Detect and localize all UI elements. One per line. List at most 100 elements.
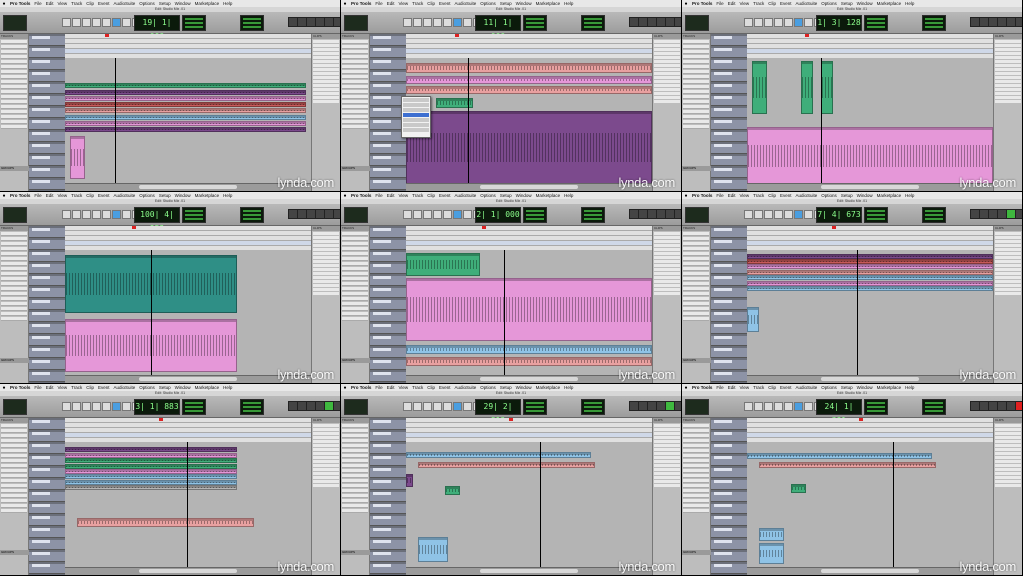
menu-item[interactable]: Marketplace [534, 192, 563, 199]
track-header[interactable] [370, 528, 406, 538]
context-menu-item[interactable] [403, 113, 429, 117]
menu-item[interactable]: Marketplace [875, 384, 904, 391]
horizontal-scrollbar[interactable] [65, 567, 311, 575]
menu-item[interactable]: Options [137, 192, 157, 199]
track-list-item[interactable] [1, 75, 27, 79]
audio-clip[interactable] [445, 486, 460, 495]
transport-button[interactable] [1015, 17, 1022, 27]
scrollbar-thumb[interactable] [479, 377, 579, 381]
track-list-item[interactable] [683, 504, 709, 508]
track-list-item[interactable] [342, 40, 368, 44]
context-menu-item[interactable] [403, 98, 429, 102]
menu-item[interactable]: Window [855, 0, 875, 7]
menu-item[interactable]: Help [562, 0, 575, 7]
clip-list-item[interactable] [313, 88, 339, 91]
clip-list-item[interactable] [654, 268, 680, 271]
edit-mode-selector[interactable] [685, 399, 709, 415]
track-name-plate[interactable] [32, 276, 50, 279]
track-header[interactable] [370, 492, 406, 502]
clip-list-item[interactable] [995, 256, 1021, 259]
menu-item[interactable]: Edit [44, 192, 56, 199]
audio-clip[interactable] [65, 121, 306, 126]
track-header[interactable] [711, 252, 747, 262]
edit-tool-icon[interactable] [804, 402, 813, 411]
track-list-item[interactable] [683, 252, 709, 256]
track-list-item[interactable] [683, 454, 709, 458]
audio-clip[interactable] [821, 61, 833, 114]
track-name-plate[interactable] [32, 336, 50, 339]
audio-clip[interactable] [406, 111, 652, 184]
clip-list-item[interactable] [995, 92, 1021, 95]
track-list-item[interactable] [342, 307, 368, 311]
track-header[interactable] [29, 84, 65, 94]
menu-item[interactable]: AudioSuite [453, 384, 479, 391]
clip-list-item[interactable] [313, 48, 339, 51]
track-list-item[interactable] [1, 272, 27, 276]
track-header[interactable] [29, 444, 65, 454]
track-header[interactable] [29, 348, 65, 358]
clip-list-item[interactable] [995, 448, 1021, 451]
marker-icon[interactable] [132, 226, 136, 229]
track-header[interactable] [29, 420, 65, 430]
audio-clip[interactable] [65, 485, 237, 490]
track-name-plate[interactable] [373, 552, 391, 555]
track-name-plate[interactable] [373, 312, 391, 315]
track-header[interactable] [29, 372, 65, 382]
menu-item[interactable]: Marketplace [534, 0, 563, 7]
clip-list-item[interactable] [995, 264, 1021, 267]
clip-list-item[interactable] [654, 244, 680, 247]
clip-list-item[interactable] [654, 436, 680, 439]
clip-list-item[interactable] [995, 440, 1021, 443]
track-header[interactable] [711, 420, 747, 430]
edit-tool-icon[interactable] [784, 402, 793, 411]
transport-button[interactable] [674, 401, 681, 411]
edit-tool-icon[interactable] [433, 402, 442, 411]
clip-list-item[interactable] [995, 88, 1021, 91]
track-header[interactable] [29, 540, 65, 550]
marker-icon[interactable] [482, 226, 486, 229]
track-list-item[interactable] [342, 105, 368, 109]
edit-tool-icon[interactable] [122, 210, 131, 219]
clip-list-item[interactable] [313, 276, 339, 279]
edit-mode-selector[interactable] [685, 15, 709, 31]
track-list-item[interactable] [683, 484, 709, 488]
clip-list-item[interactable] [313, 264, 339, 267]
menu-item[interactable]: Edit [44, 384, 56, 391]
clip-list-item[interactable] [313, 80, 339, 83]
menu-item[interactable]: Track [410, 192, 425, 199]
track-header[interactable] [370, 60, 406, 70]
audio-clip[interactable] [406, 278, 652, 341]
track-name-plate[interactable] [714, 264, 732, 267]
edit-tool-icon[interactable] [433, 210, 442, 219]
track-list-item[interactable] [342, 120, 368, 124]
track-list-item[interactable] [342, 454, 368, 458]
edit-tool-icon[interactable] [72, 18, 81, 27]
edit-tool-icon[interactable] [764, 402, 773, 411]
track-header[interactable] [370, 180, 406, 190]
track-list-item[interactable] [342, 237, 368, 241]
clip-list-item[interactable] [313, 60, 339, 63]
track-header[interactable] [711, 564, 747, 574]
menu-item[interactable]: Clip [766, 192, 778, 199]
track-name-plate[interactable] [373, 228, 391, 231]
audio-clip[interactable] [406, 86, 652, 94]
timeline-rulers[interactable] [406, 226, 652, 251]
menu-item[interactable]: Options [819, 192, 839, 199]
menu-item[interactable]: File [373, 384, 384, 391]
edit-tool-icon[interactable] [102, 18, 111, 27]
track-name-plate[interactable] [373, 336, 391, 339]
track-header[interactable] [29, 252, 65, 262]
clip-list-item[interactable] [995, 80, 1021, 83]
menu-item[interactable]: AudioSuite [453, 0, 479, 7]
clip-list-item[interactable] [313, 424, 339, 427]
track-list-item[interactable] [342, 484, 368, 488]
clip-list-item[interactable] [654, 432, 680, 435]
track-name-plate[interactable] [373, 456, 391, 459]
scrollbar-thumb[interactable] [138, 185, 238, 189]
context-menu-item[interactable] [403, 123, 429, 127]
edit-tool-icon[interactable] [423, 18, 432, 27]
audio-clip[interactable] [65, 90, 306, 95]
track-header[interactable] [29, 60, 65, 70]
edit-tool-icon[interactable] [92, 210, 101, 219]
track-list-item[interactable] [1, 317, 27, 321]
